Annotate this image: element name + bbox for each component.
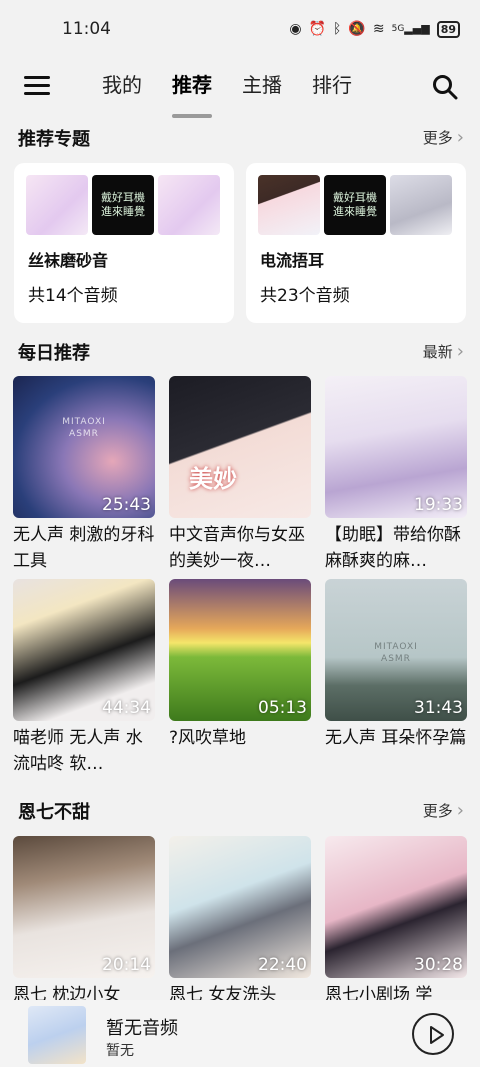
player-title: 暂无音频	[106, 1018, 178, 1039]
bluetooth-icon: ᛒ	[333, 21, 342, 37]
topic-name: 电流捂耳	[260, 251, 325, 270]
section-title: 每日推荐	[18, 343, 90, 364]
topic-card[interactable]: 戴好耳機 進來睡覺 电流捂耳 共23个音频	[246, 163, 466, 323]
more-link[interactable]: 更多	[423, 127, 464, 148]
eye-icon: ◉	[289, 21, 302, 37]
more-link[interactable]: 最新	[423, 341, 464, 362]
audio-title: 中文音声你与女巫的美妙一夜…	[169, 525, 305, 571]
tab-ranking[interactable]: 排行	[312, 70, 352, 110]
more-link[interactable]: 更多	[423, 800, 464, 821]
tab-bar: 我的 推荐 主播 排行	[102, 70, 352, 118]
audio-card[interactable]: MITAOXI ASMR 31:43 无人声 耳朵怀孕篇	[325, 579, 467, 777]
top-nav: 我的 推荐 主播 排行	[0, 60, 480, 120]
audio-card[interactable]: 19:33 【助眠】带给你酥麻酥爽的麻…	[325, 376, 467, 574]
thumbnail	[390, 175, 452, 235]
section-title: 推荐专题	[18, 129, 90, 150]
audio-card[interactable]: 美妙 中文音声你与女巫的美妙一夜…	[169, 376, 311, 574]
thumbnail	[26, 175, 88, 235]
section-header-topics: 推荐专题 更多	[18, 125, 464, 153]
play-triangle	[430, 1026, 444, 1044]
cover-image: MITAOXI ASMR 25:43	[13, 376, 155, 518]
cover-image: MITAOXI ASMR 31:43	[325, 579, 467, 721]
alarm-icon: ⏰	[308, 21, 327, 37]
audio-card[interactable]: 05:13 ?风吹草地	[169, 579, 311, 777]
play-icon[interactable]	[412, 1013, 454, 1055]
duration: 31:43	[414, 698, 463, 718]
cover-image: 美妙	[169, 376, 311, 518]
tab-anchor[interactable]: 主播	[242, 70, 282, 110]
section-title: 恩七不甜	[18, 802, 90, 823]
watermark: MITAOXI ASMR	[62, 417, 106, 439]
signal-label: 5G	[391, 24, 405, 34]
mute-icon: 🔕	[348, 21, 366, 37]
duration: 19:33	[414, 495, 463, 515]
watermark: MITAOXI ASMR	[374, 642, 418, 664]
search-icon[interactable]	[432, 74, 458, 100]
cover-image: 05:13	[169, 579, 311, 721]
section-header-daily: 每日推荐 最新	[18, 339, 464, 367]
cover-image: 22:40	[169, 836, 311, 978]
wifi-icon: ≋	[372, 21, 385, 37]
duration: 20:14	[102, 955, 151, 975]
topic-thumbs: 戴好耳機 進來睡覺	[26, 175, 220, 235]
thumbnail	[158, 175, 220, 235]
cover-image: 19:33	[325, 376, 467, 518]
tab-recommend[interactable]: 推荐	[172, 70, 212, 118]
thumbnail	[258, 175, 320, 235]
duration: 25:43	[102, 495, 151, 515]
audio-title: 无人声 刺激的牙科工具	[13, 525, 155, 571]
audio-title: 无人声 耳朵怀孕篇	[325, 728, 467, 748]
audio-title: 【助眠】带给你酥麻酥爽的麻…	[325, 525, 461, 571]
tab-mine[interactable]: 我的	[102, 70, 142, 110]
battery-icon: 89	[436, 20, 460, 38]
cover-image: 30:28	[325, 836, 467, 978]
duration: 22:40	[258, 955, 307, 975]
audio-title: ?风吹草地	[169, 728, 247, 748]
cover-image: 44:34	[13, 579, 155, 721]
signal-icon: 5G▂▄▆	[391, 22, 430, 35]
mini-player[interactable]: 暂无音频 暂无	[0, 1000, 480, 1067]
audio-title: 喵老师 无人声 水流咕咚 软…	[13, 728, 143, 774]
topic-card[interactable]: 戴好耳機 進來睡覺 丝袜磨砂音 共14个音频	[14, 163, 234, 323]
topic-thumbs: 戴好耳機 進來睡覺	[258, 175, 452, 235]
duration: 44:34	[102, 698, 151, 718]
cover-image: 20:14	[13, 836, 155, 978]
topic-count: 共14个音频	[28, 286, 118, 306]
thumbnail-text: 戴好耳機 進來睡覺	[92, 175, 154, 235]
player-cover	[28, 1006, 86, 1064]
status-icons: ◉ ⏰ ᛒ 🔕 ≋ 5G▂▄▆ 89	[289, 19, 460, 39]
thumbnail-text: 戴好耳機 進來睡覺	[324, 175, 386, 235]
audio-card[interactable]: MITAOXI ASMR 25:43 无人声 刺激的牙科工具	[13, 376, 155, 574]
cover-overlay-text: 美妙	[189, 465, 237, 493]
player-subtitle: 暂无	[106, 1043, 134, 1059]
status-time: 11:04	[62, 19, 111, 39]
section-header-enqi: 恩七不甜 更多	[18, 798, 464, 826]
audio-card[interactable]: 44:34 喵老师 无人声 水流咕咚 软…	[13, 579, 155, 777]
topic-name: 丝袜磨砂音	[28, 251, 109, 270]
hamburger-icon[interactable]	[24, 76, 50, 98]
duration: 30:28	[414, 955, 463, 975]
status-bar: 11:04 ◉ ⏰ ᛒ 🔕 ≋ 5G▂▄▆ 89	[0, 0, 480, 60]
topic-count: 共23个音频	[260, 286, 350, 306]
duration: 05:13	[258, 698, 307, 718]
